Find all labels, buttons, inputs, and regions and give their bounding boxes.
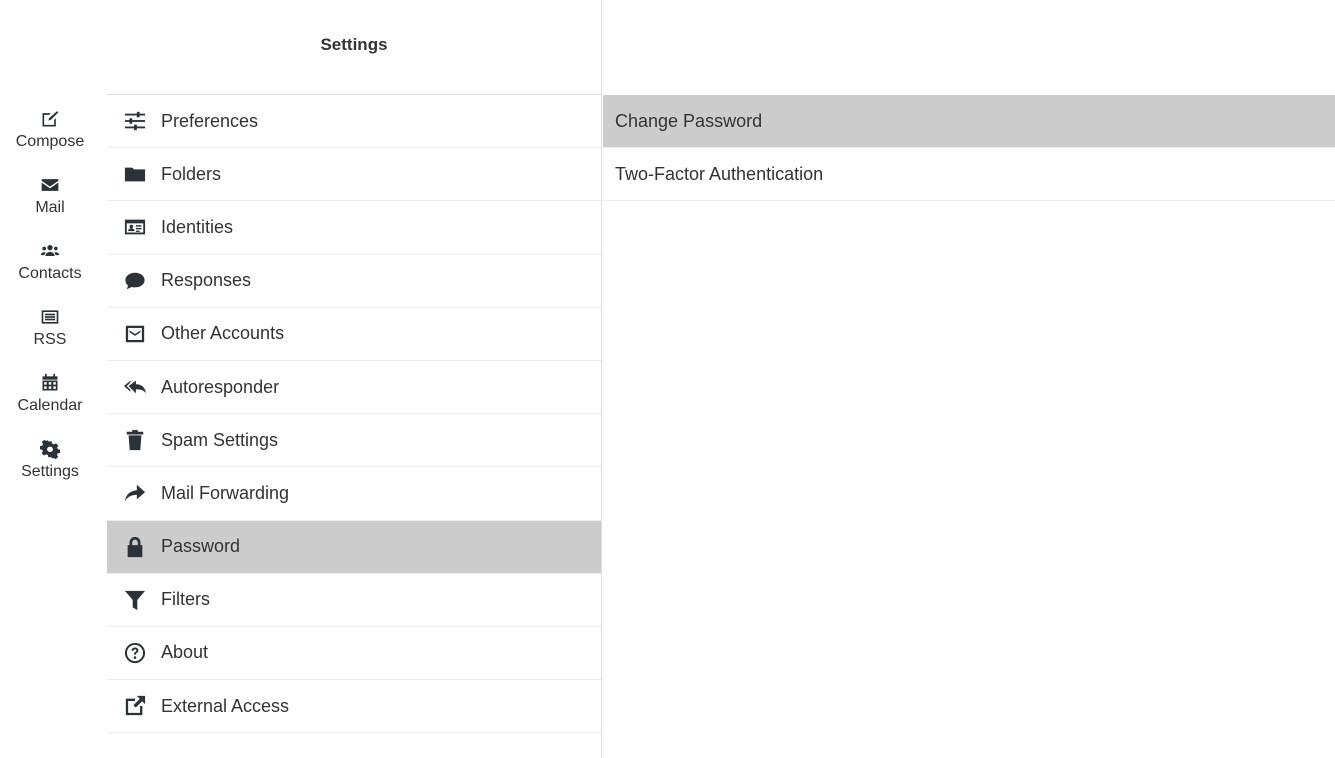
reply-all-icon: [121, 375, 149, 399]
rail-item-compose[interactable]: Compose: [0, 95, 100, 151]
rail-label: Settings: [21, 463, 79, 480]
rss-icon: [38, 305, 62, 329]
settings-item-label: Identities: [161, 216, 234, 237]
id-card-icon: [121, 215, 149, 239]
sliders-icon: [121, 109, 149, 133]
comment-icon: [121, 269, 149, 293]
envelope-square-icon: [121, 322, 149, 346]
settings-item-about[interactable]: About: [107, 627, 601, 681]
calendar-icon: [38, 371, 62, 395]
settings-item-label: Filters: [161, 589, 210, 610]
settings-panel: Settings Preferences Folders Identities …: [107, 0, 602, 758]
settings-item-filters[interactable]: Filters: [107, 574, 601, 627]
rail-item-settings[interactable]: Settings: [0, 425, 100, 481]
content-item-change-password[interactable]: Change Password: [603, 95, 1335, 148]
content-item-two-factor[interactable]: Two-Factor Authentication: [603, 148, 1335, 201]
content-item-label: Two-Factor Authentication: [615, 163, 824, 184]
rail-label: Calendar: [17, 397, 83, 414]
settings-item-mail-forwarding[interactable]: Mail Forwarding: [107, 467, 601, 521]
settings-item-identities[interactable]: Identities: [107, 201, 601, 255]
settings-item-responses[interactable]: Responses: [107, 255, 601, 308]
settings-item-label: Other Accounts: [161, 323, 285, 344]
filter-icon: [121, 588, 149, 612]
settings-item-spam-settings[interactable]: Spam Settings: [107, 414, 601, 468]
settings-item-label: Password: [161, 536, 241, 557]
rail-label: RSS: [33, 331, 67, 348]
settings-title: Settings: [320, 35, 388, 54]
settings-item-folders[interactable]: Folders: [107, 148, 601, 202]
password-panel: Change Password Two-Factor Authenticatio…: [603, 0, 1335, 758]
rail-item-contacts[interactable]: Contacts: [0, 227, 100, 283]
settings-item-label: Preferences: [161, 110, 259, 131]
users-icon: [38, 239, 62, 263]
compose-icon: [38, 107, 62, 131]
folder-icon: [121, 162, 149, 186]
settings-item-preferences[interactable]: Preferences: [107, 95, 601, 149]
rail-item-mail[interactable]: Mail: [0, 161, 100, 217]
rail-label: Compose: [15, 133, 85, 150]
settings-item-label: External Access: [161, 695, 290, 716]
settings-nav: Preferences Folders Identities Responses…: [107, 95, 601, 734]
rail-label: Mail: [35, 199, 65, 216]
settings-item-password[interactable]: Password: [107, 520, 601, 574]
settings-item-label: Spam Settings: [161, 429, 279, 450]
trash-icon: [121, 428, 149, 452]
settings-item-label: About: [161, 642, 209, 663]
external-link-icon: [121, 694, 149, 718]
rail-item-rss[interactable]: RSS: [0, 293, 100, 349]
settings-item-external-access[interactable]: External Access: [107, 680, 601, 734]
settings-header: Settings: [107, 0, 601, 95]
settings-item-label: Mail Forwarding: [161, 482, 290, 503]
settings-item-label: Responses: [161, 270, 252, 291]
gear-icon: [38, 437, 62, 461]
settings-item-label: Autoresponder: [161, 376, 280, 397]
column-divider: [601, 8, 602, 95]
question-circle-icon: [121, 641, 149, 665]
share-icon: [121, 481, 149, 505]
rail-label: Contacts: [18, 265, 82, 282]
envelope-icon: [38, 173, 62, 197]
settings-item-autoresponder[interactable]: Autoresponder: [107, 361, 601, 415]
settings-item-other-accounts[interactable]: Other Accounts: [107, 308, 601, 361]
content-header: [603, 0, 1335, 95]
rail-item-calendar[interactable]: Calendar: [0, 359, 100, 415]
lock-icon: [121, 535, 149, 559]
settings-item-label: Folders: [161, 163, 222, 184]
content-item-label: Change Password: [615, 110, 763, 131]
app-rail: Compose Mail Contacts RSS Calendar Setti…: [0, 95, 100, 491]
